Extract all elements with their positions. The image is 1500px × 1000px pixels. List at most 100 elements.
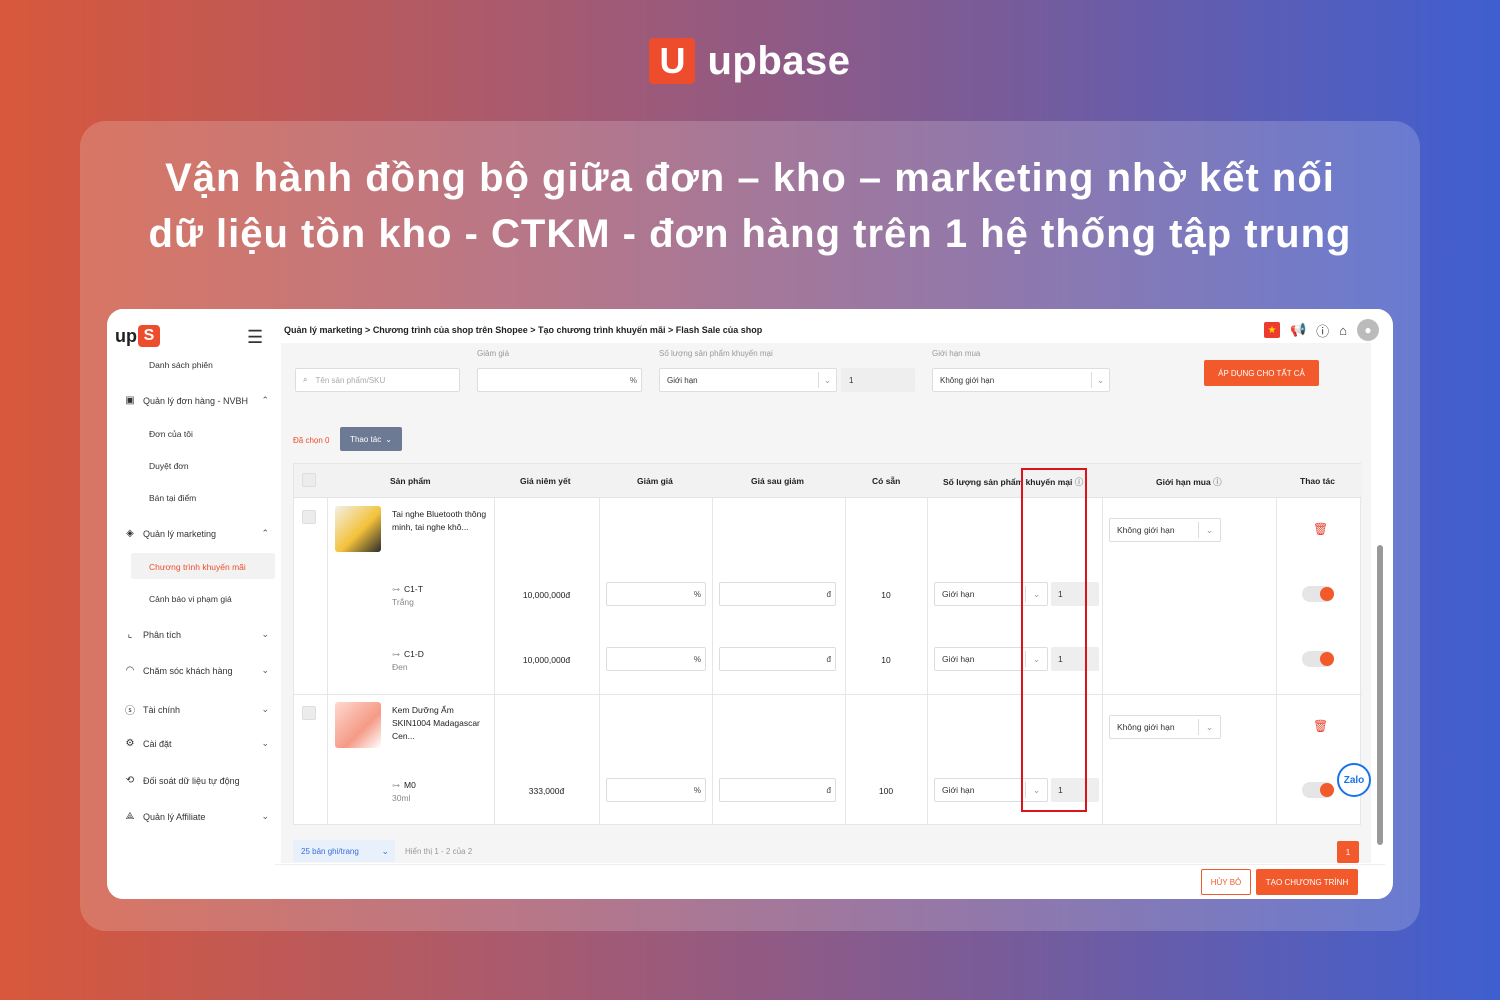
variant-code: ⊶ M0 bbox=[392, 780, 416, 790]
breadcrumb-item[interactable]: Quản lý marketing bbox=[284, 325, 363, 335]
search-input[interactable]: ⌕ Tên sản phẩm/SKU bbox=[295, 368, 460, 392]
sidebar-section-finance[interactable]: ⓢ Tài chính ⌄ bbox=[115, 702, 275, 717]
link-icon: ⊶ bbox=[392, 650, 400, 659]
actions-label: Thao tác bbox=[350, 434, 382, 444]
page-size-value: 25 bản ghi/trang bbox=[301, 846, 359, 856]
variant-toggle[interactable] bbox=[1302, 782, 1334, 798]
limit-label: Giới hạn mua bbox=[932, 349, 981, 358]
sidebar-item-session-list[interactable]: Danh sách phiên bbox=[149, 360, 213, 370]
row-checkbox[interactable] bbox=[302, 510, 316, 524]
discount-input[interactable]: % bbox=[606, 582, 706, 606]
stock-value: 10 bbox=[881, 655, 891, 665]
actions-dropdown[interactable]: Thao tác ⌄ bbox=[340, 427, 402, 451]
select-all-checkbox[interactable] bbox=[302, 473, 316, 487]
sidebar-item-my-orders[interactable]: Đơn của tôi bbox=[149, 429, 193, 439]
limit-select[interactable]: Không giới hạn ⌄ bbox=[932, 368, 1110, 392]
brand-logo: U upbase bbox=[0, 38, 1500, 84]
variant-name: Trắng bbox=[392, 597, 414, 607]
page-size-select[interactable]: 25 bản ghi/trang ⌄ bbox=[293, 840, 395, 862]
menu-toggle-icon[interactable]: ☰ bbox=[247, 327, 263, 348]
scrollbar[interactable] bbox=[1377, 349, 1383, 859]
row-divider bbox=[294, 694, 1362, 695]
app-window: up S ☰ Danh sách phiên ▣ Quản lý đơn hàn… bbox=[107, 309, 1393, 899]
sidebar-item-price-warning[interactable]: Cảnh báo vi phạm giá bbox=[149, 594, 232, 604]
divider bbox=[599, 498, 600, 824]
zalo-chat-button[interactable]: Zalo bbox=[1337, 763, 1371, 797]
final-price-input[interactable]: đ bbox=[719, 582, 836, 606]
col-discount: Giảm giá bbox=[637, 476, 673, 486]
product-table: Sản phẩm Giá niêm yết Giảm giá Giá sau g… bbox=[293, 463, 1362, 825]
sidebar-section-analytics[interactable]: ⌞ Phân tích ⌄ bbox=[115, 629, 275, 640]
page-number-button[interactable]: 1 bbox=[1337, 841, 1359, 863]
purchase-limit-value: Không giới hạn bbox=[1117, 722, 1175, 732]
promo-qty-mode: Giới hạn bbox=[942, 654, 975, 664]
percent-suffix: % bbox=[693, 590, 701, 599]
sidebar-section-reconciliation[interactable]: ⟲ Đối soát dữ liệu tự động bbox=[115, 775, 275, 786]
cancel-button[interactable]: HỦY BỎ bbox=[1201, 869, 1251, 895]
variant-toggle[interactable] bbox=[1302, 651, 1334, 667]
sidebar-section-label: Đối soát dữ liệu tự động bbox=[143, 775, 240, 786]
megaphone-icon[interactable]: 📢 bbox=[1290, 322, 1306, 338]
divider bbox=[1276, 498, 1277, 824]
breadcrumb-item[interactable]: Chương trình của shop trên Shopee bbox=[373, 325, 528, 335]
app-logo[interactable]: up S bbox=[115, 325, 160, 347]
purchase-limit-select[interactable]: Không giới hạn ⌄ bbox=[1109, 518, 1221, 542]
sidebar-item-approve-orders[interactable]: Duyệt đơn bbox=[149, 461, 189, 471]
chevron-down-icon: ⌄ bbox=[261, 704, 269, 714]
purchase-limit-value: Không giới hạn bbox=[1117, 525, 1175, 535]
toggle-knob bbox=[1320, 783, 1334, 797]
breadcrumb: Quản lý marketing > Chương trình của sho… bbox=[284, 325, 762, 335]
discount-input[interactable]: % bbox=[477, 368, 642, 392]
purchase-limit-select[interactable]: Không giới hạn ⌄ bbox=[1109, 715, 1221, 739]
promo-qty-select[interactable]: Giới hạn ⌄ bbox=[659, 368, 837, 392]
currency-suffix: đ bbox=[826, 786, 831, 795]
breadcrumb-item[interactable]: Tạo chương trình khuyến mãi bbox=[538, 325, 665, 335]
variant-toggle[interactable] bbox=[1302, 586, 1334, 602]
trash-icon[interactable]: 🗑 bbox=[1313, 719, 1328, 733]
sidebar-item-promotions[interactable]: Chương trình khuyến mãi bbox=[149, 562, 246, 572]
promo-qty-select-value: Giới hạn bbox=[667, 375, 698, 385]
sync-icon: ⟲ bbox=[125, 775, 135, 786]
sidebar-section-settings[interactable]: ⚙ Cài đặt ⌄ bbox=[115, 738, 275, 749]
currency-suffix: đ bbox=[826, 655, 831, 664]
discount-label: Giảm giá bbox=[477, 349, 510, 358]
sidebar-section-orders[interactable]: ▣ Quản lý đơn hàng - NVBH ⌃ bbox=[115, 395, 275, 406]
sidebar-section-label: Tài chính bbox=[143, 704, 181, 715]
create-program-button[interactable]: TẠO CHƯƠNG TRÌNH bbox=[1256, 869, 1358, 895]
headline-line-1: Vận hành đồng bộ giữa đơn – kho – market… bbox=[165, 156, 1335, 200]
vietnam-flag-icon[interactable]: ★ bbox=[1263, 322, 1280, 338]
discount-input[interactable]: % bbox=[606, 778, 706, 802]
row-checkbox[interactable] bbox=[302, 706, 316, 720]
toggle-knob bbox=[1320, 587, 1334, 601]
sidebar-section-customer-care[interactable]: ◠ Chăm sóc khách hàng ⌄ bbox=[115, 665, 275, 676]
col-final-price: Giá sau giảm bbox=[751, 476, 804, 486]
logo-mark: U bbox=[649, 38, 696, 84]
sidebar-section-affiliate[interactable]: ⟁ Quản lý Affiliate ⌄ bbox=[115, 811, 275, 822]
sidebar-section-label: Chăm sóc khách hàng bbox=[143, 665, 233, 676]
chevron-down-icon: ⌄ bbox=[1198, 719, 1220, 735]
divider bbox=[327, 498, 328, 824]
col-purchase-limit-label: Giới hạn mua bbox=[1156, 477, 1211, 487]
search-icon: ⌕ bbox=[303, 375, 308, 384]
store-icon[interactable]: ⌂ bbox=[1339, 323, 1347, 338]
app-logo-mark: S bbox=[138, 325, 160, 347]
chevron-down-icon: ⌄ bbox=[385, 434, 392, 444]
sidebar-item-point-of-sale[interactable]: Bán tại điểm bbox=[149, 493, 196, 503]
sidebar-section-label: Phân tích bbox=[143, 629, 182, 640]
scrollbar-thumb[interactable] bbox=[1377, 545, 1383, 845]
sidebar-section-label: Quản lý marketing bbox=[143, 528, 217, 539]
sidebar-section-marketing[interactable]: ◈ Quản lý marketing ⌃ bbox=[115, 528, 275, 539]
final-price-input[interactable]: đ bbox=[719, 647, 836, 671]
final-price-input[interactable]: đ bbox=[719, 778, 836, 802]
cream-thumbnail bbox=[335, 702, 381, 748]
promo-qty-input[interactable]: 1 bbox=[841, 368, 915, 392]
discount-input[interactable]: % bbox=[606, 647, 706, 671]
divider bbox=[712, 498, 713, 824]
chevron-up-icon: ⌃ bbox=[261, 528, 269, 538]
apply-all-button[interactable]: ÁP DỤNG CHO TẤT CẢ bbox=[1204, 360, 1319, 386]
gear-icon: ⚙ bbox=[125, 738, 135, 749]
trash-icon[interactable]: 🗑 bbox=[1313, 522, 1328, 536]
chevron-down-icon: ⌄ bbox=[1091, 372, 1109, 388]
help-icon[interactable]: ⓘ bbox=[1316, 321, 1329, 340]
avatar[interactable]: ● bbox=[1357, 319, 1379, 341]
